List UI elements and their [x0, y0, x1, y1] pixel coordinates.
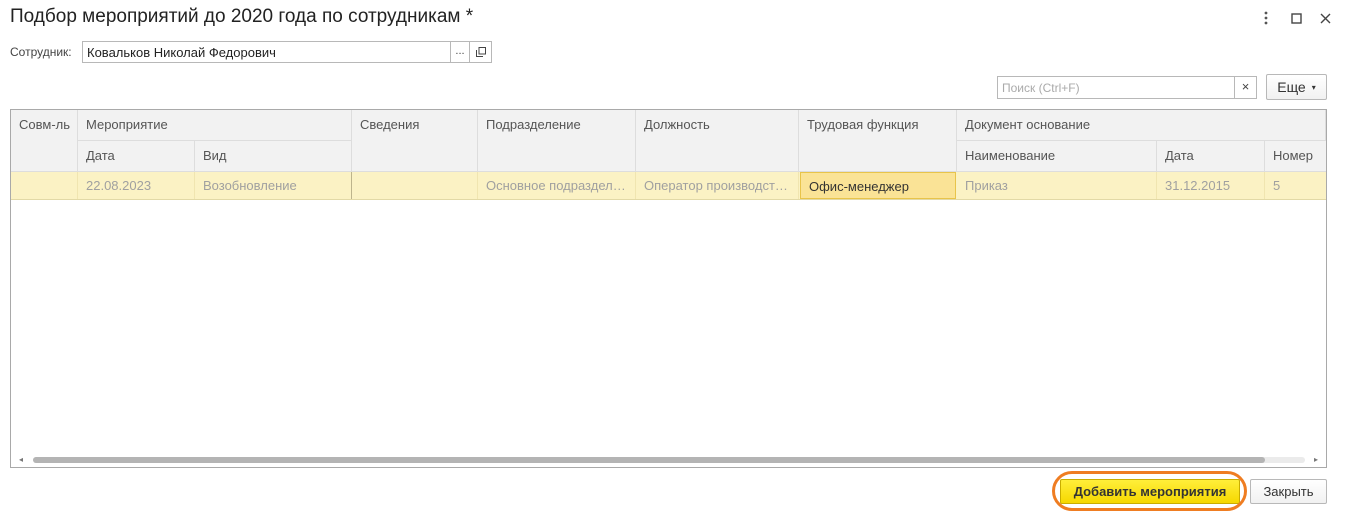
- col-header-event[interactable]: Мероприятие: [78, 110, 352, 141]
- employee-label: Сотрудник:: [10, 45, 72, 59]
- col-header-doc-number[interactable]: Номер: [1265, 141, 1326, 172]
- events-table: Совм-ль Мероприятие Дата Вид Сведения По…: [10, 109, 1327, 468]
- col-header-sovm[interactable]: Совм-ль: [11, 110, 78, 172]
- search-input[interactable]: Поиск (Ctrl+F): [997, 76, 1235, 99]
- scrollbar-thumb[interactable]: [33, 457, 1265, 463]
- cell-event-type[interactable]: Возобновление: [195, 172, 352, 199]
- cell-doc-name[interactable]: Приказ: [957, 172, 1157, 199]
- col-header-event-date[interactable]: Дата: [78, 141, 195, 172]
- maximize-icon[interactable]: [1286, 8, 1306, 28]
- cell-department[interactable]: Основное подразделение: [478, 172, 636, 199]
- add-events-button[interactable]: Добавить мероприятия: [1060, 479, 1240, 504]
- col-header-info[interactable]: Сведения: [352, 110, 478, 172]
- col-header-labor-function[interactable]: Трудовая функция: [799, 110, 957, 172]
- employee-choose-button[interactable]: ...: [450, 41, 470, 63]
- col-header-department[interactable]: Подразделение: [478, 110, 636, 172]
- employee-field[interactable]: Ковальков Николай Федорович: [82, 41, 450, 63]
- chevron-down-icon: ▾: [1311, 82, 1316, 92]
- cell-labor-function[interactable]: Офис-менеджер: [800, 172, 956, 199]
- col-header-doc-date[interactable]: Дата: [1157, 141, 1265, 172]
- event-selection-window: Подбор мероприятий до 2020 года по сотру…: [0, 0, 1345, 513]
- col-header-doc-basis[interactable]: Документ основание: [957, 110, 1326, 141]
- cell-sovm[interactable]: [11, 172, 78, 199]
- more-button[interactable]: Еще ▾: [1266, 74, 1327, 100]
- close-icon[interactable]: [1315, 8, 1335, 28]
- more-button-label: Еще: [1277, 79, 1306, 95]
- cell-position[interactable]: Оператор производственной линии: [636, 172, 799, 199]
- cell-event-date[interactable]: 22.08.2023: [78, 172, 195, 199]
- col-header-doc-name[interactable]: Наименование: [957, 141, 1157, 172]
- scroll-right-icon[interactable]: ▸: [1314, 455, 1318, 464]
- col-header-event-type[interactable]: Вид: [195, 141, 352, 172]
- search-clear-button[interactable]: ×: [1235, 76, 1257, 99]
- cell-doc-number[interactable]: 5: [1265, 172, 1326, 199]
- window-title: Подбор мероприятий до 2020 года по сотру…: [10, 6, 474, 27]
- kebab-menu-icon[interactable]: [1256, 8, 1276, 28]
- cell-info[interactable]: [352, 172, 478, 199]
- col-header-position[interactable]: Должность: [636, 110, 799, 172]
- close-button[interactable]: Закрыть: [1250, 479, 1327, 504]
- horizontal-scrollbar[interactable]: ◂ ▸: [11, 453, 1326, 467]
- open-in-new-icon[interactable]: [470, 41, 492, 63]
- scroll-left-icon[interactable]: ◂: [19, 455, 23, 464]
- cell-doc-date[interactable]: 31.12.2015: [1157, 172, 1265, 199]
